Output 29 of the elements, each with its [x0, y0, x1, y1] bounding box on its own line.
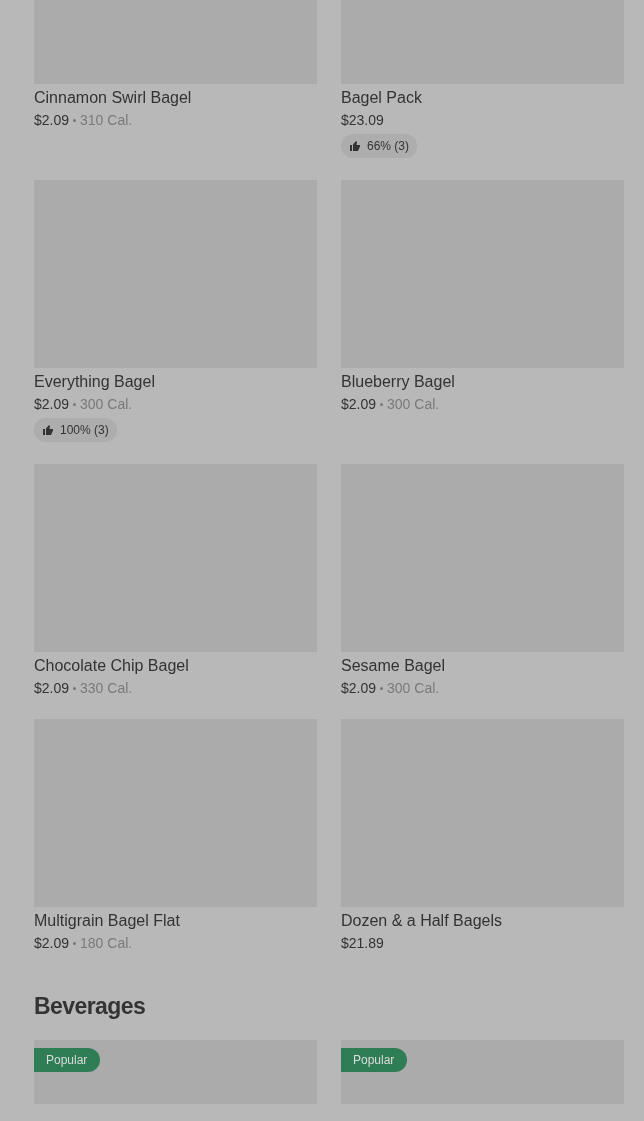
- item-price: $23.09: [341, 111, 384, 129]
- item-name: Everything Bagel: [34, 372, 156, 392]
- thumbs-up-icon: [42, 424, 54, 436]
- popular-tag: Popular: [341, 1048, 408, 1072]
- item-name: Sesame Bagel: [341, 656, 447, 676]
- popular-tag: Popular: [34, 1048, 101, 1072]
- rating-pill: 66% (3): [341, 134, 418, 158]
- item-calories: 180 Cal.: [80, 934, 133, 952]
- item-price: $2.09: [34, 395, 70, 413]
- item-name: Chocolate Chip Bagel: [34, 656, 190, 676]
- item-calories: 300 Cal.: [80, 395, 133, 413]
- item-price: $2.09: [341, 395, 377, 413]
- item-name: Bagel Pack: [341, 88, 423, 108]
- rating-pill: 100% (3): [34, 418, 117, 442]
- item-price: $21.89: [341, 934, 384, 952]
- item-price: $2.09: [34, 111, 70, 129]
- thumbs-up-icon: [349, 140, 361, 152]
- item-calories: 330 Cal.: [80, 679, 133, 697]
- item-calories: 300 Cal.: [387, 679, 440, 697]
- item-price: $2.09: [341, 679, 377, 697]
- item-price: $2.09: [34, 934, 70, 952]
- item-price: $2.09: [34, 679, 70, 697]
- item-calories: 300 Cal.: [387, 395, 440, 413]
- item-name: Cinnamon Swirl Bagel: [34, 88, 193, 108]
- section-heading: Beverages: [34, 992, 147, 1021]
- item-calories: 310 Cal.: [80, 111, 133, 129]
- item-name: Multigrain Bagel Flat: [34, 911, 181, 931]
- item-name: Blueberry Bagel: [341, 372, 456, 392]
- item-name: Dozen & a Half Bagels: [341, 911, 503, 931]
